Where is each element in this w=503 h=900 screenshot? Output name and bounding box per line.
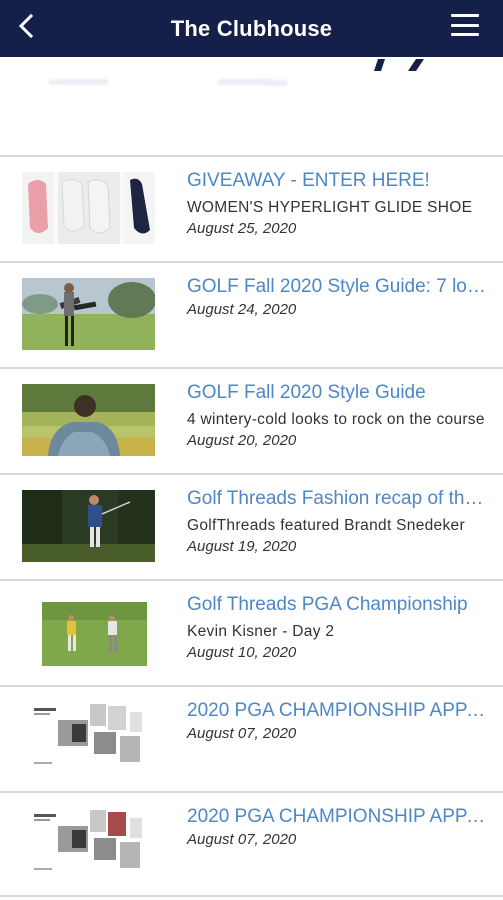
article-title[interactable]: GIVEAWAY - ENTER HERE! [187,169,493,193]
hamburger-menu-button[interactable] [451,12,481,38]
article-date: August 25, 2020 [187,220,297,237]
article-subtitle: 4 wintery-cold looks to rock on the cour… [187,411,485,428]
article-title[interactable]: Golf Threads Fashion recap of the week [187,487,493,511]
chevron-left-icon [18,13,34,39]
article-item[interactable]: 2020 PGA CHAMPIONSHIP APPAREL August 07,… [0,685,503,791]
golfers-walking-fairway-image [22,596,155,668]
article-title[interactable]: 2020 PGA CHAMPIONSHIP APPAREL [187,805,493,829]
article-subtitle: Kevin Kisner - Day 2 [187,623,335,640]
article-title[interactable]: 2020 PGA CHAMPIONSHIP APPAREL [187,699,493,723]
apparel-collage-image [22,808,155,880]
article-item[interactable]: Golf Threads Fashion recap of the week G… [0,473,503,579]
article-subtitle: GolfThreads featured Brandt Snedeker [187,517,465,534]
article-item[interactable]: GIVEAWAY - ENTER HERE! WOMEN'S HYPERLIGH… [0,155,503,261]
article-date: August 24, 2020 [187,301,297,318]
featured-banner[interactable] [0,57,503,155]
article-item[interactable]: GOLF Fall 2020 Style Guide 4 wintery-col… [0,367,503,473]
article-date: August 10, 2020 [187,644,297,661]
three-shoes-image [22,172,155,244]
golfer-on-course-image [22,490,155,562]
golfer-carrying-bag-image [22,278,155,350]
article-list: GIVEAWAY - ENTER HERE! WOMEN'S HYPERLIGH… [0,155,503,897]
golfer-back-view-image [22,384,155,456]
brand-mark-partial [374,59,424,71]
page-title: The Clubhouse [170,15,333,41]
back-button[interactable] [8,8,44,44]
article-date: August 20, 2020 [187,432,297,449]
article-title[interactable]: GOLF Fall 2020 Style Guide [187,381,493,405]
article-subtitle: WOMEN'S HYPERLIGHT GLIDE SHOE [187,199,473,216]
article-date: August 07, 2020 [187,725,297,742]
article-item[interactable]: 2020 PGA CHAMPIONSHIP APPAREL August 07,… [0,791,503,897]
app-header: The Clubhouse [0,0,503,57]
article-item[interactable]: GOLF Fall 2020 Style Guide: 7 looks Augu… [0,261,503,367]
article-date: August 07, 2020 [187,831,297,848]
hamburger-menu-icon [451,14,479,17]
article-title[interactable]: GOLF Fall 2020 Style Guide: 7 looks [187,275,493,299]
apparel-collage-image [22,702,155,774]
article-date: August 19, 2020 [187,538,297,555]
article-item[interactable]: Golf Threads PGA Championship Kevin Kisn… [0,579,503,685]
article-title[interactable]: Golf Threads PGA Championship [187,593,493,617]
